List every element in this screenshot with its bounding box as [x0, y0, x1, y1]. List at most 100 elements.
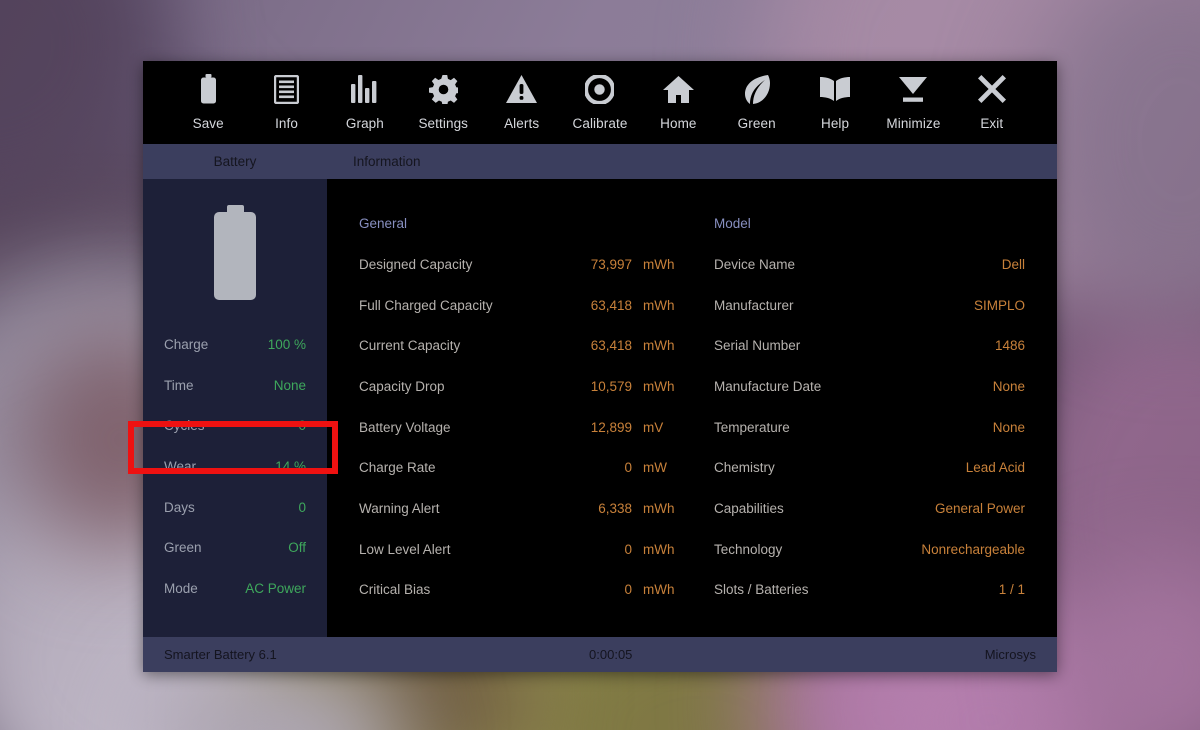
info-unit: mWh: [632, 298, 684, 313]
section-heading-model: Model: [714, 203, 1025, 244]
info-label: Chemistry: [714, 460, 966, 475]
info-value: 0: [548, 582, 632, 597]
sidebar-stat-label: Charge: [164, 337, 208, 352]
info-label: Critical Bias: [359, 582, 548, 597]
tab-information[interactable]: Information: [327, 154, 421, 169]
toolbar-label-help: Help: [821, 116, 849, 131]
battery-icon: [200, 71, 217, 107]
info-label: Temperature: [714, 420, 993, 435]
sidebar-stat-label: Wear: [164, 459, 196, 474]
sidebar-stat-cycles: Cycles 0: [143, 405, 327, 446]
info-label: Battery Voltage: [359, 420, 548, 435]
toolbar-label-green: Green: [738, 116, 776, 131]
toolbar-button-minimize[interactable]: Minimize: [874, 71, 952, 143]
info-row-warning-alert: Warning Alert 6,338 mWh: [359, 488, 684, 529]
info-label: Manufacture Date: [714, 379, 993, 394]
info-value: 0: [548, 542, 632, 557]
home-icon: [663, 71, 694, 107]
toolbar-button-settings[interactable]: Settings: [404, 71, 482, 143]
info-value: None: [993, 379, 1025, 394]
toolbar-button-info[interactable]: Info: [247, 71, 325, 143]
toolbar-button-save[interactable]: Save: [169, 71, 247, 143]
info-label: Manufacturer: [714, 298, 974, 313]
battery-full-icon: [214, 205, 256, 300]
warning-triangle-icon: [506, 71, 537, 107]
leaf-icon: [744, 71, 770, 107]
toolbar-label-info: Info: [275, 116, 298, 131]
sidebar-stat-value: None: [274, 378, 306, 393]
sidebar-stat-value: 14 %: [275, 459, 306, 474]
info-row-battery-voltage: Battery Voltage 12,899 mV: [359, 407, 684, 448]
toolbar-button-help[interactable]: Help: [796, 71, 874, 143]
info-label: Low Level Alert: [359, 542, 548, 557]
toolbar-button-alerts[interactable]: Alerts: [482, 71, 560, 143]
info-row-critical-bias: Critical Bias 0 mWh: [359, 570, 684, 611]
info-label: Technology: [714, 542, 921, 557]
info-label: Designed Capacity: [359, 257, 548, 272]
sidebar-stat-label: Days: [164, 500, 195, 515]
toolbar-label-save: Save: [193, 116, 224, 131]
sidebar-stat-label: Green: [164, 540, 202, 555]
info-label: Full Charged Capacity: [359, 298, 548, 313]
tab-battery[interactable]: Battery: [143, 154, 327, 169]
info-row-current-capacity: Current Capacity 63,418 mWh: [359, 325, 684, 366]
toolbar-button-home[interactable]: Home: [639, 71, 717, 143]
sidebar-stat-value: 0: [298, 500, 306, 515]
info-row-device-name: Device Name Dell: [714, 244, 1025, 285]
toolbar-label-calibrate: Calibrate: [573, 116, 628, 131]
battery-cap: [227, 205, 244, 212]
info-row-capacity-drop: Capacity Drop 10,579 mWh: [359, 366, 684, 407]
info-unit: mWh: [632, 338, 684, 353]
sidebar-stat-value: 100 %: [268, 337, 306, 352]
main-toolbar: Save Info: [143, 61, 1057, 144]
info-unit: mV: [632, 420, 684, 435]
target-circle-icon: [585, 71, 614, 107]
sidebar-stat-value: AC Power: [245, 581, 306, 596]
close-x-icon: [978, 71, 1006, 107]
window-body: Charge 100 % Time None Cycles 0 Wear 14 …: [143, 179, 1057, 637]
document-lines-icon: [274, 71, 299, 107]
info-value: SIMPLO: [974, 298, 1025, 313]
info-row-designed-capacity: Designed Capacity 73,997 mWh: [359, 244, 684, 285]
info-value: None: [993, 420, 1025, 435]
tab-bar: Battery Information: [143, 144, 1057, 179]
info-row-serial-number: Serial Number 1486: [714, 325, 1025, 366]
info-unit: mW: [632, 460, 684, 475]
toolbar-label-graph: Graph: [346, 116, 384, 131]
info-row-manufacture-date: Manufacture Date None: [714, 366, 1025, 407]
information-panel: General Designed Capacity 73,997 mWh Ful…: [327, 179, 1057, 637]
toolbar-label-home: Home: [660, 116, 696, 131]
toolbar-button-green[interactable]: Green: [718, 71, 796, 143]
info-value: 1486: [995, 338, 1025, 353]
info-value: 63,418: [548, 298, 632, 313]
sidebar-stat-green: Green Off: [143, 527, 327, 568]
info-row-slots-batteries: Slots / Batteries 1 / 1: [714, 570, 1025, 611]
info-label: Warning Alert: [359, 501, 548, 516]
toolbar-label-alerts: Alerts: [504, 116, 539, 131]
status-elapsed-time: 0:00:05: [277, 647, 985, 662]
info-row-low-level-alert: Low Level Alert 0 mWh: [359, 529, 684, 570]
info-value: 63,418: [548, 338, 632, 353]
toolbar-button-graph[interactable]: Graph: [326, 71, 404, 143]
info-label: Current Capacity: [359, 338, 548, 353]
sidebar-stat-label: Cycles: [164, 418, 205, 433]
info-unit: mWh: [632, 582, 684, 597]
toolbar-button-exit[interactable]: Exit: [953, 71, 1031, 143]
info-unit: mWh: [632, 542, 684, 557]
info-value: 12,899: [548, 420, 632, 435]
info-value: 1 / 1: [999, 582, 1025, 597]
toolbar-button-calibrate[interactable]: Calibrate: [561, 71, 639, 143]
info-row-chemistry: Chemistry Lead Acid: [714, 447, 1025, 488]
minimize-icon: [899, 71, 927, 107]
info-value: 73,997: [548, 257, 632, 272]
info-row-technology: Technology Nonrechargeable: [714, 529, 1025, 570]
book-icon: [819, 71, 851, 107]
info-value: General Power: [935, 501, 1025, 516]
status-app-name: Smarter Battery 6.1: [164, 647, 277, 662]
smarter-battery-window: Save Info: [143, 61, 1057, 672]
status-vendor: Microsys: [985, 647, 1036, 662]
info-unit: mWh: [632, 379, 684, 394]
sidebar-stat-label: Mode: [164, 581, 198, 596]
info-label: Device Name: [714, 257, 1002, 272]
section-heading-general: General: [359, 203, 684, 244]
